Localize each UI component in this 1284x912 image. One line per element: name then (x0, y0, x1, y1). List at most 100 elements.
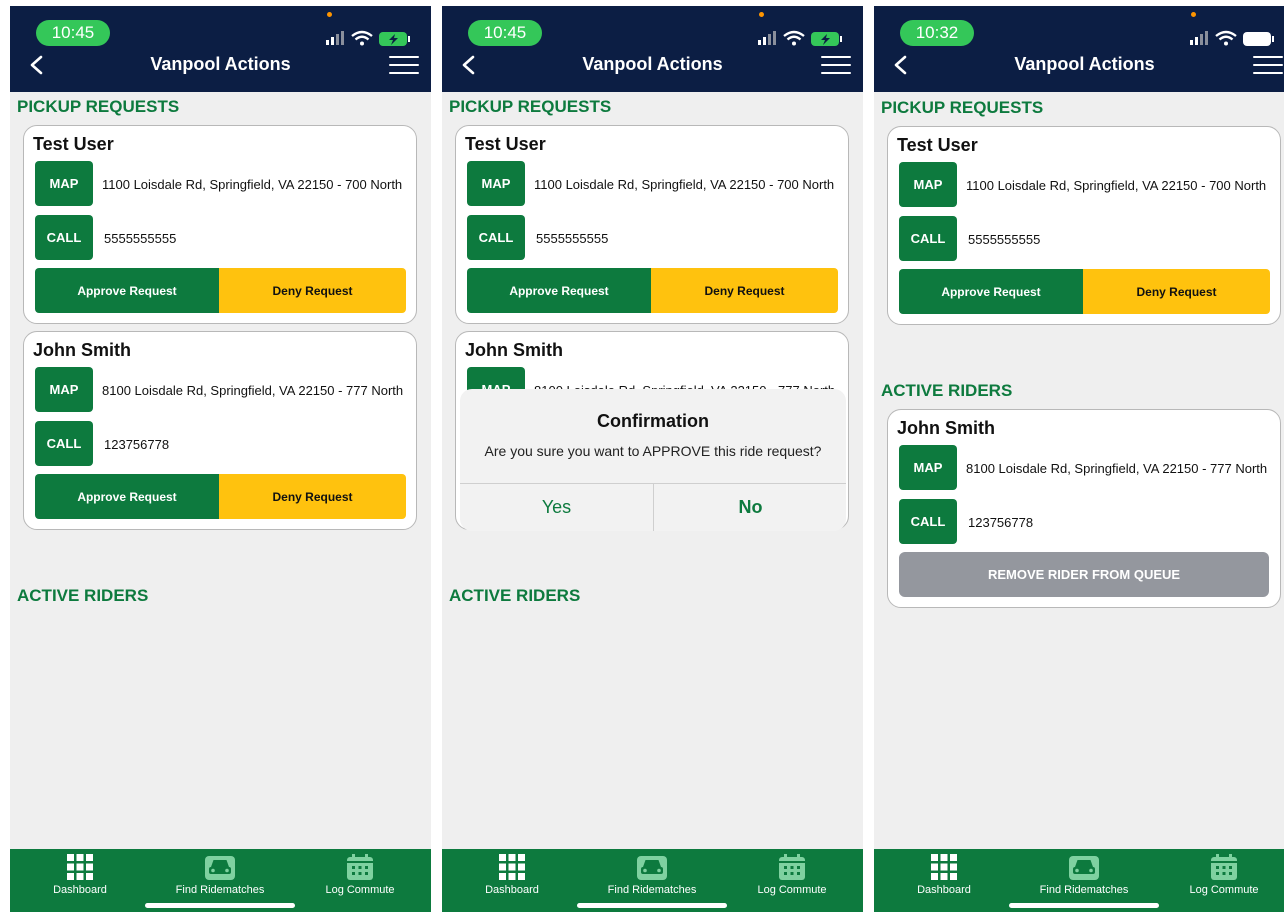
map-button[interactable]: MAP (35, 161, 93, 206)
page-title: Vanpool Actions (582, 54, 723, 74)
call-button[interactable]: CALL (35, 421, 93, 466)
status-nav-bar: 10:32 Vanpool Actions (874, 6, 1284, 92)
deny-request-button[interactable]: Deny Request (651, 268, 838, 313)
canvas: 10:45 Vanpool Actions PICKUP REQUESTS Te… (0, 0, 1284, 912)
dialog-title: Confirmation (597, 411, 709, 431)
request-actions: Approve Request Deny Request (35, 474, 406, 519)
status-time: 10:45 (468, 20, 542, 46)
privacy-indicator (759, 12, 764, 17)
deny-request-button[interactable]: Deny Request (219, 268, 406, 313)
rider-name: John Smith (897, 418, 995, 438)
screen-pickup-list: 10:45 Vanpool Actions PICKUP REQUESTS Te… (10, 6, 431, 912)
status-icons (1190, 30, 1274, 46)
request-actions: Approve Request Deny Request (899, 269, 1270, 314)
call-button[interactable]: CALL (899, 216, 957, 261)
map-button[interactable]: MAP (467, 161, 525, 206)
confirmation-dialog: Confirmation Are you sure you want to AP… (460, 389, 846, 531)
calendar-icon (347, 854, 373, 880)
rider-address: 1100 Loisdale Rd, Springfield, VA 22150 … (102, 177, 403, 192)
status-time: 10:32 (900, 20, 974, 46)
rider-name: John Smith (33, 340, 131, 360)
hamburger-menu-icon[interactable] (389, 56, 419, 78)
deny-request-button[interactable]: Deny Request (1083, 269, 1270, 314)
calendar-icon (779, 854, 805, 880)
pickup-card-john-smith: John Smith MAP 8100 Loisdale Rd, Springf… (23, 331, 417, 530)
rider-address: 8100 Loisdale Rd, Springfield, VA 22150 … (102, 383, 404, 398)
approve-request-button[interactable]: Approve Request (899, 269, 1083, 314)
tab-find-ridematches[interactable]: Find Ridematches (155, 853, 285, 896)
pickup-requests-heading: PICKUP REQUESTS (17, 97, 180, 116)
car-icon (1069, 856, 1099, 880)
page-title: Vanpool Actions (1014, 54, 1155, 74)
privacy-indicator (1191, 12, 1196, 17)
tab-label: Find Ridematches (607, 884, 697, 896)
home-indicator (1009, 903, 1159, 908)
rider-name: Test User (897, 135, 978, 155)
hamburger-menu-icon[interactable] (1253, 56, 1283, 78)
hamburger-menu-icon[interactable] (821, 56, 851, 78)
map-button[interactable]: MAP (899, 445, 957, 490)
active-riders-heading: ACTIVE RIDERS (881, 381, 1013, 400)
rider-phone: 5555555555 (968, 232, 1041, 247)
request-actions: Approve Request Deny Request (35, 268, 406, 313)
screen-active-riders: 10:32 Vanpool Actions PICKUP REQUESTS Te… (874, 6, 1284, 912)
tab-find-ridematches[interactable]: Find Ridematches (587, 853, 717, 896)
status-nav-bar: 10:45 Vanpool Actions (10, 6, 431, 92)
tab-dashboard[interactable]: Dashboard (879, 853, 1009, 896)
dialog-yes-button[interactable]: Yes (460, 483, 653, 531)
home-indicator (145, 903, 295, 908)
rider-phone: 5555555555 (536, 231, 609, 246)
grid-icon (499, 854, 525, 880)
call-button[interactable]: CALL (35, 215, 93, 260)
home-indicator (577, 903, 727, 908)
page-title: Vanpool Actions (150, 54, 291, 74)
call-button[interactable]: CALL (899, 499, 957, 544)
screen-approve-confirmation: 10:45 Vanpool Actions PICKUP REQUESTS Te… (442, 6, 863, 912)
map-button[interactable]: MAP (899, 162, 957, 207)
approve-request-button[interactable]: Approve Request (35, 268, 219, 313)
tab-find-ridematches[interactable]: Find Ridematches (1019, 853, 1149, 896)
deny-request-button[interactable]: Deny Request (219, 474, 406, 519)
tab-label: Find Ridematches (175, 884, 265, 896)
pickup-requests-heading: PICKUP REQUESTS (881, 98, 1044, 117)
car-icon (637, 856, 667, 880)
rider-address: 1100 Loisdale Rd, Springfield, VA 22150 … (966, 178, 1267, 193)
grid-icon (67, 854, 93, 880)
dialog-no-button[interactable]: No (654, 483, 846, 531)
status-nav-bar: 10:45 Vanpool Actions (442, 6, 863, 92)
rider-name: John Smith (465, 340, 563, 360)
call-button[interactable]: CALL (467, 215, 525, 260)
tab-label: Dashboard (485, 884, 539, 896)
dialog-message: Are you sure you want to APPROVE this ri… (484, 443, 822, 459)
remove-rider-button[interactable]: REMOVE RIDER FROM QUEUE (899, 552, 1269, 597)
request-actions: Approve Request Deny Request (467, 268, 838, 313)
active-rider-card-john-smith: John Smith MAP 8100 Loisdale Rd, Springf… (887, 409, 1281, 608)
tab-label: Log Commute (1189, 884, 1259, 896)
tab-label: Dashboard (917, 884, 971, 896)
approve-request-button[interactable]: Approve Request (467, 268, 651, 313)
status-icons (758, 30, 842, 46)
tab-log-commute[interactable]: Log Commute (295, 853, 425, 896)
rider-phone: 5555555555 (104, 231, 177, 246)
tab-label: Find Ridematches (1039, 884, 1129, 896)
tab-label: Log Commute (325, 884, 395, 896)
pickup-card-test-user: Test User MAP 1100 Loisdale Rd, Springfi… (455, 125, 849, 324)
rider-phone: 123756778 (968, 515, 1034, 530)
grid-icon (931, 854, 957, 880)
pickup-card-test-user: Test User MAP 1100 Loisdale Rd, Springfi… (23, 125, 417, 324)
map-button[interactable]: MAP (35, 367, 93, 412)
active-riders-heading: ACTIVE RIDERS (17, 586, 149, 605)
approve-request-button[interactable]: Approve Request (35, 474, 219, 519)
status-icons (326, 30, 410, 46)
tab-dashboard[interactable]: Dashboard (15, 853, 145, 896)
rider-phone: 123756778 (104, 437, 170, 452)
tab-dashboard[interactable]: Dashboard (447, 853, 577, 896)
privacy-indicator (327, 12, 332, 17)
tab-label: Log Commute (757, 884, 827, 896)
status-time: 10:45 (36, 20, 110, 46)
tab-log-commute[interactable]: Log Commute (727, 853, 857, 896)
rider-name: Test User (33, 134, 114, 154)
car-icon (205, 856, 235, 880)
tab-log-commute[interactable]: Log Commute (1159, 853, 1284, 896)
tab-label: Dashboard (53, 884, 107, 896)
